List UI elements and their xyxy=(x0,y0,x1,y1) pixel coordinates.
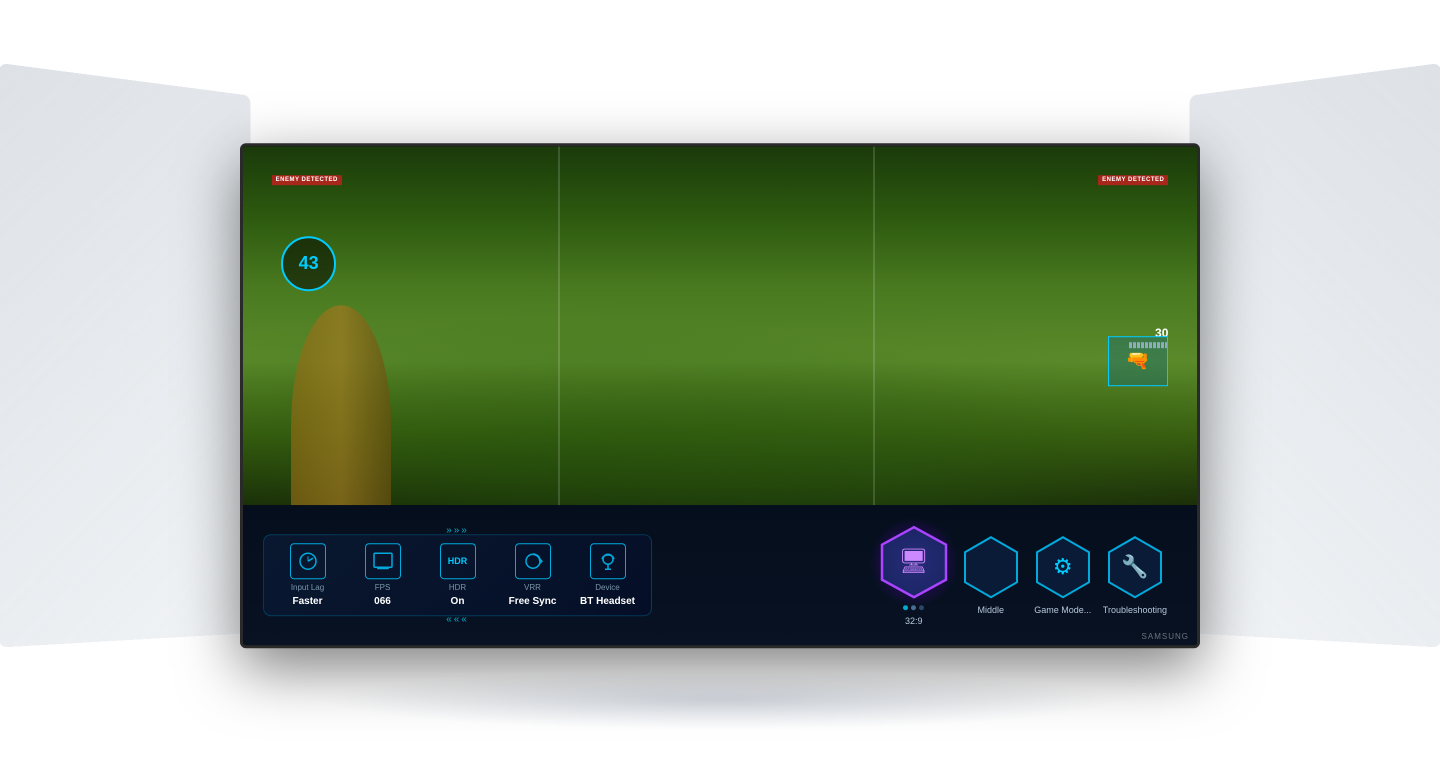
dim-label-16-9: 16:9 xyxy=(437,119,1002,134)
glass-panel-right xyxy=(1189,63,1440,648)
game-mode-icon: ⚙ xyxy=(1053,554,1073,580)
dim-text-32-9: 32:9 xyxy=(705,98,734,113)
game-scene: ENEMY DETECTED ENEMY DETECTED 43 30 xyxy=(243,146,1197,505)
device-label: Device xyxy=(595,583,619,592)
tv-display: 32:9 16:9 ENEMY DETECTED ENEMY DETEC xyxy=(240,88,1200,648)
hex-label-aspect-ratio: 32:9 xyxy=(905,616,923,626)
hex-label-game-mode: Game Mode... xyxy=(1034,605,1091,615)
stats-panel: Input Lag Faster FPS xyxy=(263,534,652,616)
glass-panel-left xyxy=(0,63,251,648)
hex-item-middle[interactable]: Middle xyxy=(959,535,1023,615)
troubleshooting-icon: 🔧 xyxy=(1121,554,1148,580)
vrr-label: VRR xyxy=(524,583,541,592)
tv-screen: ENEMY DETECTED ENEMY DETECTED 43 30 xyxy=(243,146,1197,645)
hdr-icon: HDR xyxy=(440,543,476,579)
dim-line-right-32 xyxy=(743,105,1083,106)
hud-enemy-right: ENEMY DETECTED xyxy=(1098,175,1168,185)
hex-item-game-mode[interactable]: ⚙ Game Mode... xyxy=(1031,535,1095,615)
fps-value: 066 xyxy=(374,596,391,607)
device-icon xyxy=(590,543,626,579)
dim-label-32-9: 32:9 xyxy=(357,98,1082,113)
dimension-labels: 32:9 16:9 xyxy=(240,88,1200,134)
hex-item-troubleshooting[interactable]: 🔧 Troubleshooting xyxy=(1103,535,1167,615)
dim-line-left-16 xyxy=(437,126,697,127)
input-lag-icon xyxy=(290,543,326,579)
dim-line-right-16 xyxy=(743,126,1003,127)
tv-reflection xyxy=(320,670,1120,730)
panel-divider-left xyxy=(558,146,560,505)
ui-bar: Input Lag Faster FPS xyxy=(243,505,1197,645)
hex-item-aspect-ratio[interactable]: 🖥 32:9 xyxy=(877,525,951,626)
input-lag-value: Faster xyxy=(292,596,322,607)
hud-enemy-left: ENEMY DETECTED xyxy=(272,175,342,185)
hex-middle[interactable] xyxy=(959,535,1023,599)
input-lag-label: Input Lag xyxy=(291,583,324,592)
vrr-icon xyxy=(515,543,551,579)
hud-bullets: 30 xyxy=(1129,326,1168,348)
stat-item-device[interactable]: Device BT Headset xyxy=(580,543,635,607)
dim-line-left-32 xyxy=(357,105,697,106)
aspect-ratio-icon: 🖥 xyxy=(899,547,929,576)
hex-aspect-ratio[interactable]: 🖥 xyxy=(877,525,951,599)
samsung-logo: SAMSUNG xyxy=(1142,632,1189,641)
hud-fps-circle: 43 xyxy=(281,236,336,291)
fps-icon xyxy=(365,543,401,579)
weapon-icon: 🔫 xyxy=(1125,348,1150,373)
stat-item-input-lag[interactable]: Input Lag Faster xyxy=(280,543,335,607)
stat-item-fps[interactable]: FPS 066 xyxy=(355,543,410,607)
hdr-value: On xyxy=(451,596,465,607)
hex-label-middle: Middle xyxy=(978,605,1005,615)
stat-item-vrr[interactable]: VRR Free Sync xyxy=(505,543,560,607)
fps-label: FPS xyxy=(375,583,391,592)
hex-troubleshooting[interactable]: 🔧 xyxy=(1103,535,1167,599)
hud-weapon-box: 🔫 xyxy=(1108,336,1168,386)
tv-bezel: ENEMY DETECTED ENEMY DETECTED 43 30 xyxy=(240,143,1200,648)
scene: 32:9 16:9 ENEMY DETECTED ENEMY DETEC xyxy=(0,0,1440,770)
hex-controls: 🖥 32:9 xyxy=(652,525,1177,626)
dim-text-16-9: 16:9 xyxy=(705,119,734,134)
vrr-value: Free Sync xyxy=(509,596,557,607)
stat-item-hdr[interactable]: HDR HDR On xyxy=(430,543,485,607)
hex-game-mode[interactable]: ⚙ xyxy=(1031,535,1095,599)
panel-divider-right xyxy=(873,146,875,505)
device-value: BT Headset xyxy=(580,596,635,607)
hex-label-troubleshooting: Troubleshooting xyxy=(1103,605,1167,615)
hdr-label: HDR xyxy=(449,583,466,592)
hud-fps-value: 43 xyxy=(299,253,319,274)
